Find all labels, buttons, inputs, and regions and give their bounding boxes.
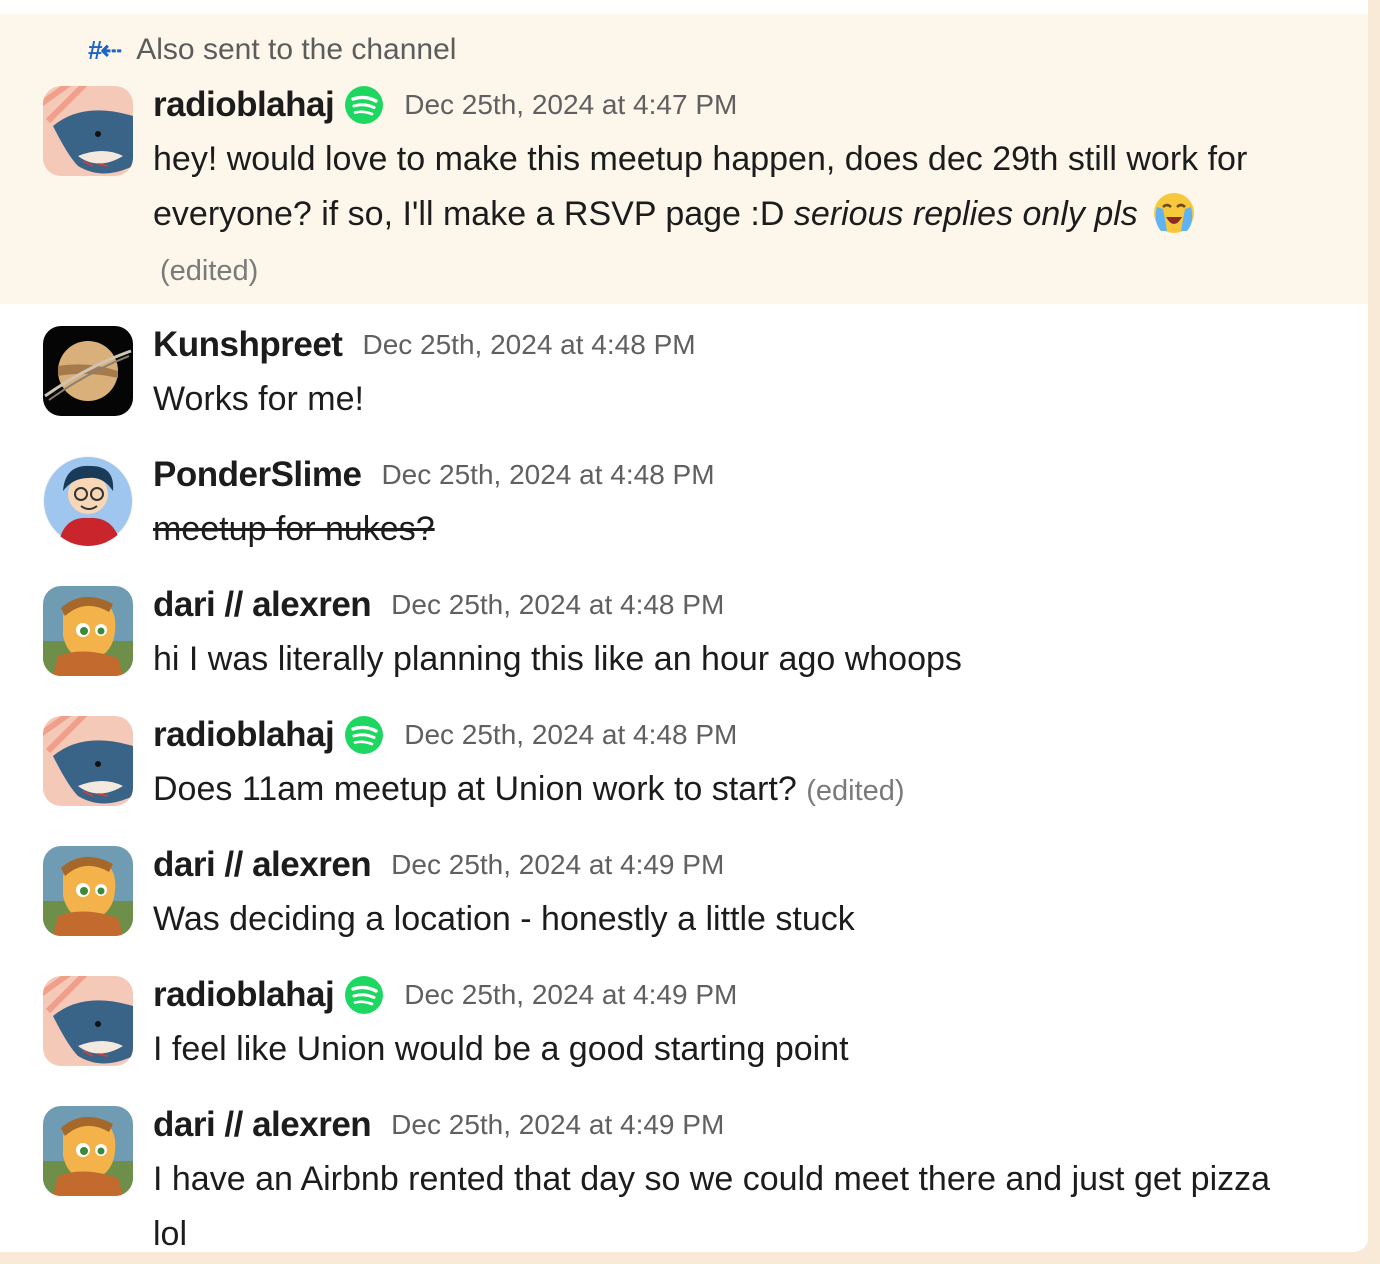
- username[interactable]: dari // alexren: [153, 1105, 372, 1145]
- also-sent-notice[interactable]: #⇠ Also sent to the channel: [88, 30, 456, 70]
- timestamp[interactable]: Dec 25th, 2024 at 4:48 PM: [381, 459, 714, 491]
- timestamp[interactable]: Dec 25th, 2024 at 4:47 PM: [404, 89, 737, 121]
- username[interactable]: radioblahaj: [153, 85, 335, 125]
- username[interactable]: dari // alexren: [153, 845, 372, 885]
- timestamp[interactable]: Dec 25th, 2024 at 4:48 PM: [404, 719, 737, 751]
- timestamp[interactable]: Dec 25th, 2024 at 4:49 PM: [391, 849, 724, 881]
- message-thread: #⇠ Also sent to the channel radioblahaj …: [0, 0, 1368, 1252]
- avatar[interactable]: [43, 976, 133, 1066]
- timestamp[interactable]: Dec 25th, 2024 at 4:48 PM: [362, 329, 695, 361]
- edited-label: (edited): [160, 255, 259, 287]
- username[interactable]: Kunshpreet: [153, 325, 343, 365]
- avatar[interactable]: [43, 716, 133, 806]
- avatar[interactable]: [43, 846, 133, 936]
- avatar[interactable]: [43, 326, 133, 416]
- timestamp[interactable]: Dec 25th, 2024 at 4:49 PM: [404, 979, 737, 1011]
- avatar[interactable]: [43, 86, 133, 176]
- message-text: hi I was literally planning this like an…: [153, 640, 962, 678]
- spotify-icon[interactable]: [344, 715, 384, 755]
- avatar[interactable]: [43, 1106, 133, 1196]
- username[interactable]: radioblahaj: [153, 975, 335, 1015]
- also-sent-label: Also sent to the channel: [136, 33, 457, 66]
- crying-face-emoji: [1154, 193, 1195, 233]
- edited-label: (edited): [806, 775, 905, 807]
- message-text: I have an Airbnb rented that day so we c…: [153, 1160, 1271, 1252]
- timestamp[interactable]: Dec 25th, 2024 at 4:48 PM: [391, 589, 724, 621]
- message-text: Works for me!: [153, 380, 364, 418]
- message-text: hey! would love to make this meetup happ…: [153, 140, 1248, 287]
- spotify-icon[interactable]: [344, 975, 384, 1015]
- avatar[interactable]: [43, 456, 133, 546]
- message-text: Was deciding a location - honestly a lit…: [153, 900, 855, 938]
- message-text: meetup for nukes?: [153, 510, 435, 548]
- hash-reply-icon: #⇠: [88, 34, 122, 65]
- username[interactable]: radioblahaj: [153, 715, 335, 755]
- username[interactable]: PonderSlime: [153, 455, 362, 495]
- username[interactable]: dari // alexren: [153, 585, 372, 625]
- timestamp[interactable]: Dec 25th, 2024 at 4:49 PM: [391, 1109, 724, 1141]
- message-text: I feel like Union would be a good starti…: [153, 1030, 849, 1068]
- avatar[interactable]: [43, 586, 133, 676]
- message-text: Does 11am meetup at Union work to start?…: [153, 770, 905, 808]
- spotify-icon[interactable]: [344, 85, 384, 125]
- italic-text: serious replies only pls: [793, 195, 1138, 233]
